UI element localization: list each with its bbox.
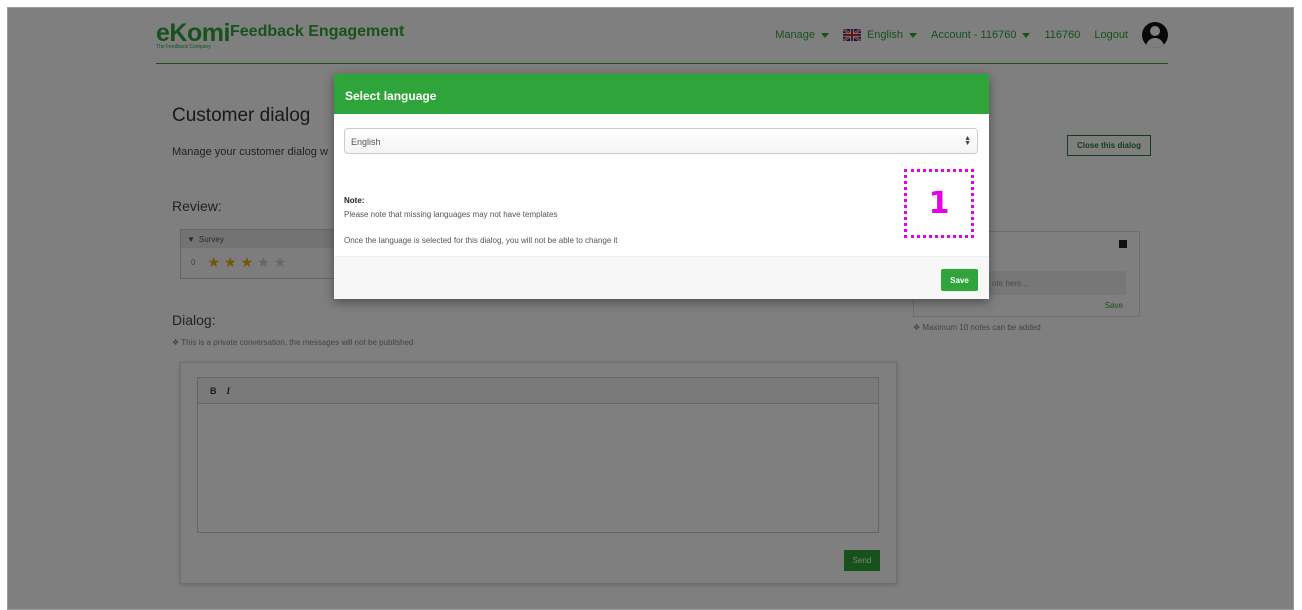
select-arrows-icon: ▲ ▼ (964, 135, 971, 147)
modal-footer: Save (334, 256, 989, 299)
language-select[interactable]: English ▲ ▼ (344, 128, 978, 154)
annotation-marker: 1 (904, 169, 974, 238)
save-button[interactable]: Save (941, 269, 978, 291)
language-select-value: English (351, 137, 381, 147)
app-window: eKomi The Feedback Company Feedback Enga… (7, 7, 1294, 610)
modal-title: Select language (334, 74, 989, 114)
select-language-modal: Select language English ▲ ▼ Note: Please … (334, 74, 989, 299)
modal-body: English ▲ ▼ Note: Please note that missin… (334, 114, 989, 256)
note-title: Note: (344, 196, 365, 205)
note-line-1: Please note that missing languages may n… (344, 210, 558, 219)
note-line-2: Once the language is selected for this d… (344, 236, 618, 245)
